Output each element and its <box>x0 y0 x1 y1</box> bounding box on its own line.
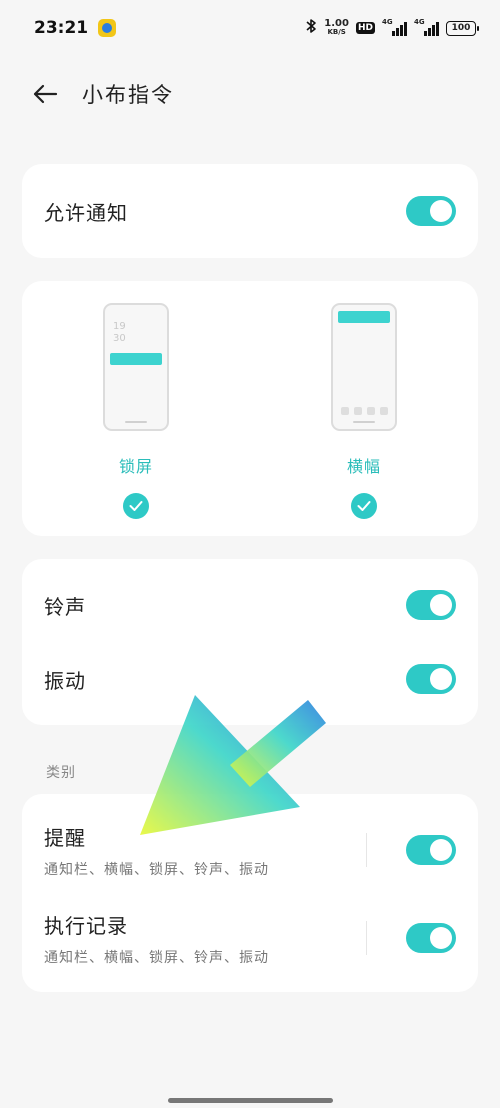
category-text: 执行记录 通知栏、横幅、锁屏、铃声、振动 <box>44 910 269 967</box>
lock-screen-preview-clock: 19 30 <box>113 321 126 344</box>
status-bar: 23:21 1.00 KB/S HD 4G 4G 100 <box>0 0 500 56</box>
status-time: 23:21 <box>34 18 89 38</box>
check-icon <box>357 501 371 511</box>
signal-tag-2: 4G <box>414 18 425 26</box>
vibration-row[interactable]: 振动 <box>22 641 478 717</box>
check-icon <box>129 501 143 511</box>
vibration-label: 振动 <box>44 668 86 693</box>
allow-notifications-card: 允许通知 <box>22 164 478 258</box>
banner-label: 横幅 <box>346 457 381 476</box>
allow-notifications-row[interactable]: 允许通知 <box>22 164 478 258</box>
category-row-reminder[interactable]: 提醒 通知栏、横幅、锁屏、铃声、振动 <box>22 808 478 892</box>
category-title: 执行记录 <box>44 913 128 938</box>
signal-tag: 4G <box>382 18 393 26</box>
category-subtitle: 通知栏、横幅、锁屏、铃声、振动 <box>44 861 269 878</box>
network-speed-value: 1.00 <box>324 18 349 29</box>
battery-icon: 100 <box>446 20 479 36</box>
category-row-execution-log[interactable]: 执行记录 通知栏、横幅、锁屏、铃声、振动 <box>22 896 478 980</box>
vibration-toggle[interactable] <box>406 664 456 694</box>
network-speed-unit: KB/S <box>327 28 346 36</box>
ringtone-toggle[interactable] <box>406 590 456 620</box>
notification-style-card: 19 30 锁屏 横幅 <box>22 281 478 536</box>
network-speed: 1.00 KB/S <box>324 19 349 37</box>
lock-screen-label: 锁屏 <box>118 457 153 476</box>
style-option-banner[interactable]: 横幅 <box>284 281 444 531</box>
sound-card: 铃声 振动 <box>22 559 478 725</box>
allow-notifications-toggle[interactable] <box>406 196 456 226</box>
lock-screen-check[interactable] <box>123 493 149 519</box>
bluetooth-icon <box>305 18 317 38</box>
categories-section-label: 类别 <box>46 765 76 781</box>
status-indicators: 1.00 KB/S HD 4G 4G 100 <box>305 18 479 38</box>
app-notification-icon <box>98 19 117 37</box>
categories-card: 提醒 通知栏、横幅、锁屏、铃声、振动 执行记录 通知栏、横幅、锁屏、铃声、振动 <box>22 794 478 992</box>
lock-screen-preview: 19 30 <box>103 303 169 431</box>
ringtone-label: 铃声 <box>44 594 86 619</box>
banner-preview <box>331 303 397 431</box>
signal-icon: 4G <box>382 18 407 36</box>
execution-log-toggle[interactable] <box>406 923 456 953</box>
allow-notifications-label: 允许通知 <box>44 200 128 225</box>
signal-icon-2: 4G <box>414 18 439 36</box>
row-divider <box>366 921 367 955</box>
banner-check[interactable] <box>351 493 377 519</box>
row-divider <box>366 833 367 867</box>
app-header: 小布指令 <box>30 72 174 116</box>
style-option-lock-screen[interactable]: 19 30 锁屏 <box>56 281 216 531</box>
reminder-toggle[interactable] <box>406 835 456 865</box>
page-title: 小布指令 <box>82 83 174 107</box>
back-button[interactable] <box>30 79 60 109</box>
ringtone-row[interactable]: 铃声 <box>22 567 478 643</box>
category-title: 提醒 <box>44 825 86 850</box>
arrow-left-icon <box>33 84 58 104</box>
battery-level: 100 <box>451 23 471 33</box>
home-indicator[interactable] <box>168 1098 333 1103</box>
category-text: 提醒 通知栏、横幅、锁屏、铃声、振动 <box>44 822 269 879</box>
hd-voice-badge: HD <box>355 22 375 34</box>
category-subtitle: 通知栏、横幅、锁屏、铃声、振动 <box>44 949 269 966</box>
